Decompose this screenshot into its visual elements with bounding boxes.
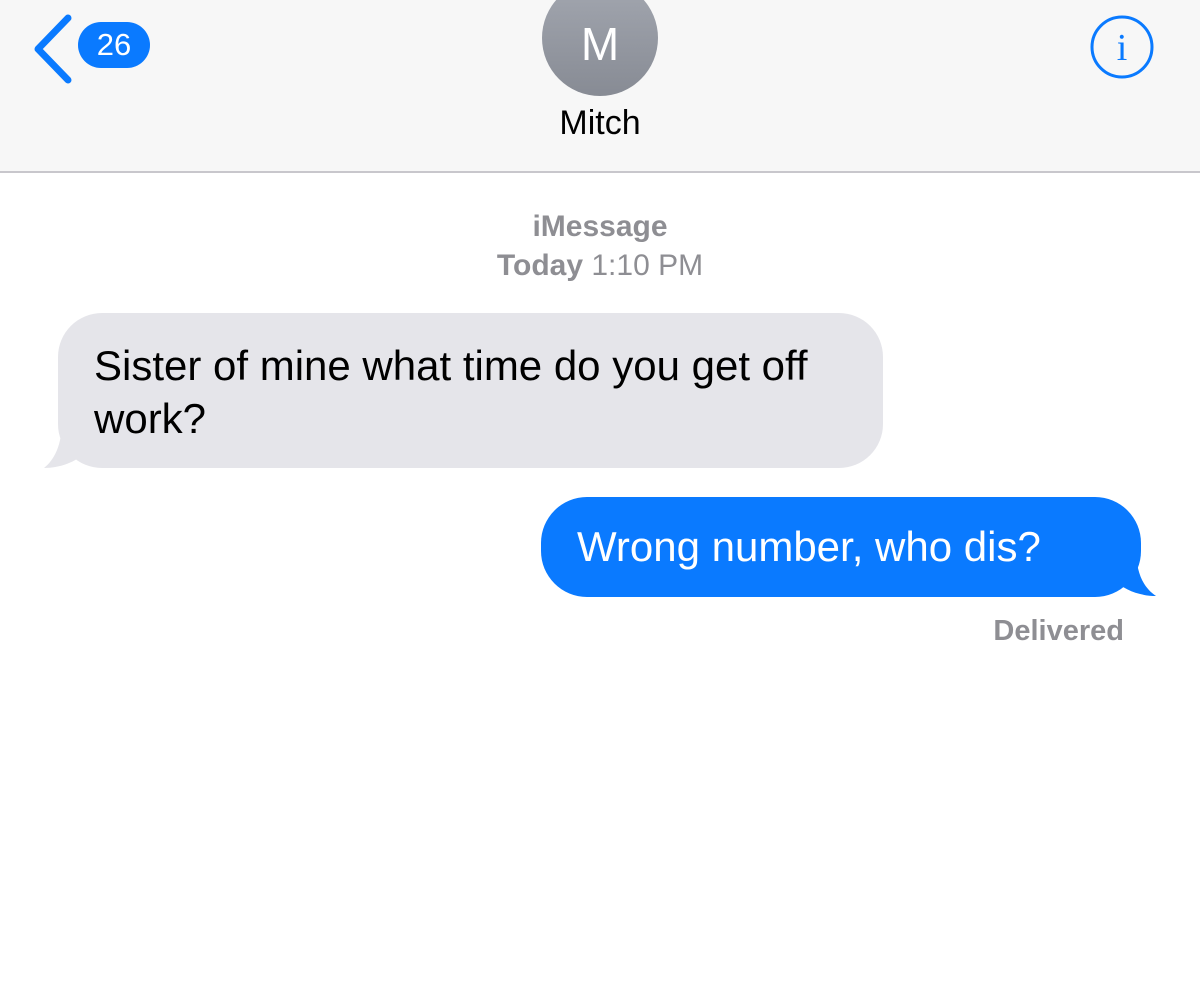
back-button[interactable]: 26 bbox=[30, 10, 170, 84]
info-icon[interactable]: i bbox=[1089, 14, 1155, 80]
svg-text:i: i bbox=[1117, 27, 1128, 69]
service-label: iMessage bbox=[532, 210, 668, 243]
incoming-message-bubble[interactable]: Sister of mine what time do you get off … bbox=[58, 313, 883, 468]
avatar[interactable]: M bbox=[542, 0, 658, 96]
timestamp: Today 1:10 PM bbox=[0, 249, 1200, 283]
timestamp-time: 1:10 PM bbox=[591, 249, 704, 282]
unread-count-badge: 26 bbox=[78, 22, 150, 68]
navigation-bar: 26 M Mitch i bbox=[0, 0, 1200, 173]
outgoing-message-bubble[interactable]: Wrong number, who dis? bbox=[541, 497, 1141, 597]
delivery-status: Delivered bbox=[993, 615, 1124, 647]
chevron-left-icon bbox=[34, 14, 72, 84]
timestamp-day: Today bbox=[496, 249, 584, 282]
contact-name[interactable]: Mitch bbox=[0, 104, 1200, 143]
